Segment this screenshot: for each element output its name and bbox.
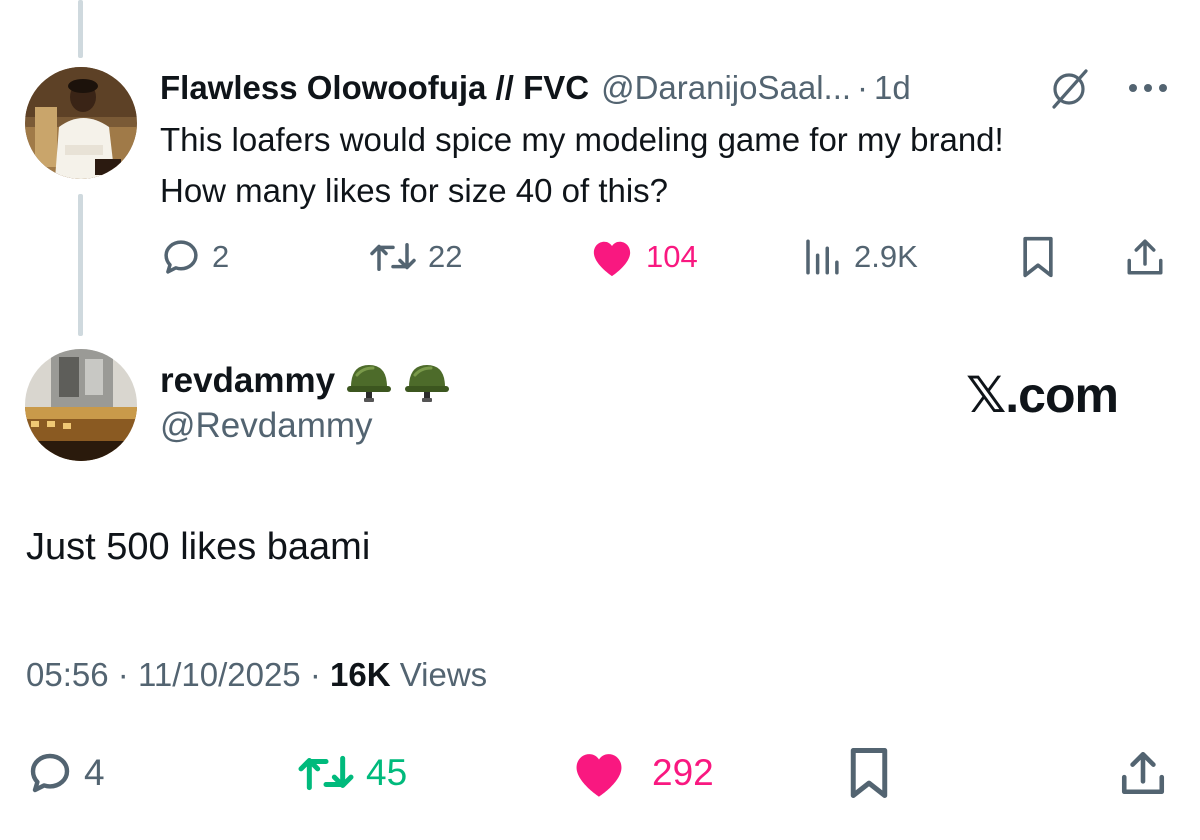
- reply-icon: [164, 240, 198, 274]
- thread-line: [78, 194, 83, 336]
- parent-repost-button[interactable]: 22: [368, 232, 462, 282]
- reply-handle[interactable]: @Revdammy: [160, 406, 373, 446]
- parent-bookmark-button[interactable]: [1018, 232, 1058, 282]
- reply-repost-count: 45: [366, 752, 408, 793]
- parent-like-count: 104: [646, 239, 698, 274]
- reply-like-count: 292: [652, 752, 714, 793]
- repost-icon: [298, 755, 354, 791]
- parent-text-line: How many likes for size 40 of this?: [160, 172, 669, 209]
- share-icon: [1121, 751, 1165, 795]
- parent-share-button[interactable]: [1124, 232, 1166, 282]
- parent-views-count: 2.9K: [854, 239, 918, 274]
- parent-post-age[interactable]: 1d: [874, 69, 911, 107]
- more-icon[interactable]: [1124, 74, 1172, 102]
- parent-handle[interactable]: @DaranijoSaal...: [601, 69, 851, 107]
- separator-dot: ·: [857, 69, 869, 106]
- separator-dot: ·: [117, 656, 129, 693]
- separator-dot: ·: [309, 656, 321, 693]
- views-count[interactable]: 16K: [330, 656, 391, 693]
- reply-post-header: revdammy: [160, 356, 451, 406]
- views-icon: [806, 239, 839, 275]
- like-icon: [593, 241, 631, 277]
- parent-reply-count: 2: [212, 239, 230, 274]
- parent-views-button[interactable]: 2.9K: [800, 232, 918, 282]
- parent-reply-button[interactable]: 2: [160, 232, 229, 282]
- bookmark-icon: [1023, 236, 1053, 278]
- parent-post-text: This loafers would spice my modeling gam…: [160, 114, 1180, 216]
- parent-repost-count: 22: [428, 239, 463, 274]
- share-icon: [1127, 239, 1163, 275]
- parent-avatar[interactable]: [25, 67, 137, 179]
- reply-display-name[interactable]: revdammy: [160, 361, 335, 401]
- views-label: Views: [399, 656, 488, 693]
- post-date[interactable]: 11/10/2025: [138, 656, 301, 693]
- bookmark-icon: [850, 748, 888, 798]
- thread-line: [78, 0, 83, 58]
- parent-post-header: Flawless Olowoofuja // FVC @DaranijoSaal…: [160, 64, 911, 112]
- reply-like-button[interactable]: 292: [570, 744, 714, 802]
- reply-avatar[interactable]: [25, 349, 137, 461]
- parent-like-button[interactable]: 104: [588, 232, 698, 282]
- parent-text-line: This loafers would spice my modeling gam…: [160, 121, 1004, 158]
- post-time[interactable]: 05:56: [26, 656, 109, 693]
- reply-icon: [30, 753, 70, 793]
- reply-bookmark-button[interactable]: [846, 744, 892, 802]
- reply-post-text: Just 500 likes baami: [26, 526, 371, 568]
- like-icon: [576, 754, 622, 797]
- reply-share-button[interactable]: [1118, 744, 1168, 802]
- reply-reply-button[interactable]: 4: [26, 744, 105, 802]
- x-com-watermark: 𝕏.com: [966, 367, 1119, 423]
- military-helmet-icon: [405, 365, 450, 402]
- reply-reply-count: 4: [84, 752, 105, 793]
- military-helmet-icon: [347, 365, 392, 402]
- parent-display-name[interactable]: Flawless Olowoofuja // FVC: [160, 69, 589, 107]
- reply-post-meta: 05:56 · 11/10/2025 · 16K Views: [26, 656, 487, 694]
- repost-icon: [370, 243, 416, 271]
- reply-repost-button[interactable]: 45: [296, 744, 407, 802]
- grok-icon[interactable]: [1046, 66, 1092, 112]
